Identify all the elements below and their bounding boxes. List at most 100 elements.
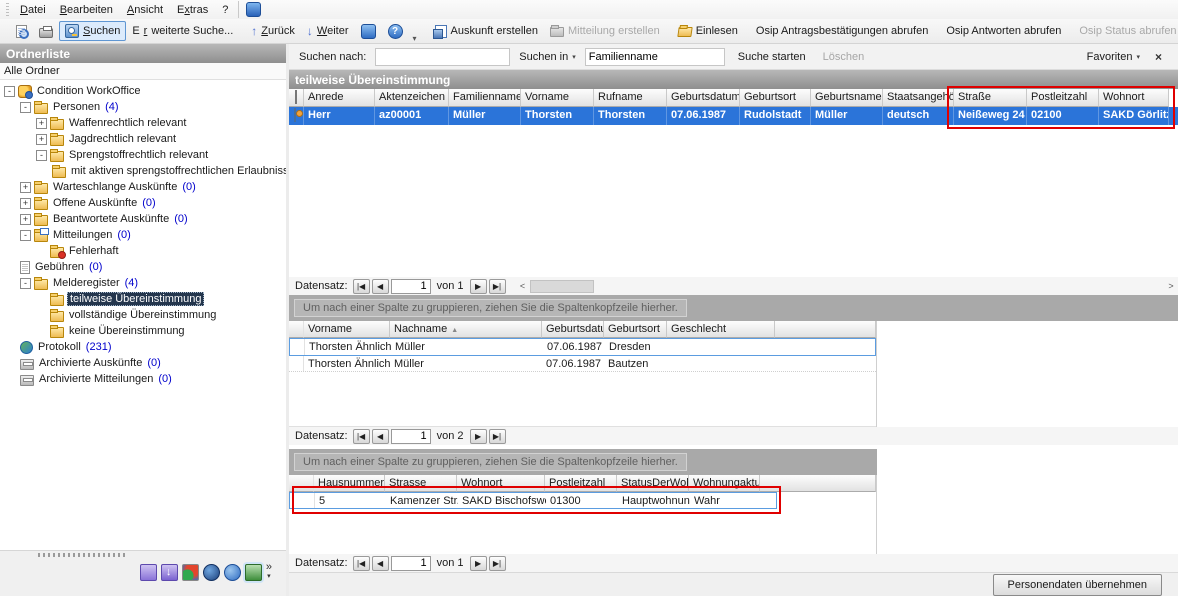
collapse-icon[interactable]: -	[20, 278, 31, 289]
scrollbar-thumb[interactable]	[530, 280, 594, 293]
menu-extras[interactable]: Extras	[170, 2, 215, 18]
record-number-input[interactable]	[391, 279, 431, 294]
result-row-selected[interactable]: Herr az00001 Müller Thorsten Thorsten 07…	[289, 107, 1178, 125]
col-geburtsort[interactable]: Geburtsort	[740, 89, 811, 107]
taskbar-icon-5[interactable]	[224, 564, 241, 581]
col-familienname[interactable]: Familienname	[449, 89, 521, 107]
tree-item-melderegister[interactable]: -Melderegister(4)	[0, 275, 286, 291]
search-in-field[interactable]	[585, 48, 725, 66]
tree-item-fehlerhaft[interactable]: Fehlerhaft	[0, 243, 286, 259]
loeschen-button[interactable]: Löschen	[819, 49, 869, 65]
col-geburtsdatum[interactable]: Geburtsdatum	[667, 89, 740, 107]
search-input[interactable]	[375, 48, 510, 66]
person-row-selected[interactable]: Thorsten Ähnlich Müller 07.06.1987 Dresd…	[289, 338, 876, 356]
expand-icon[interactable]: +	[20, 198, 31, 209]
col-geburtsname[interactable]: Geburtsname	[811, 89, 883, 107]
record-type-column[interactable]	[289, 89, 304, 107]
next-record-button[interactable]: ▶	[470, 556, 487, 571]
print-preview-button[interactable]	[10, 22, 33, 41]
folder-filter[interactable]: Alle Ordner	[0, 63, 286, 80]
more-buttons-chevron[interactable]: »▾	[266, 563, 272, 581]
erweiterte-suche-button[interactable]: Erweiterte Suche...	[126, 22, 239, 40]
prev-record-button[interactable]: ◀	[372, 279, 389, 294]
einlesen-button[interactable]: Einlesen	[672, 22, 744, 40]
col-postleitzahl[interactable]: Postleitzahl	[1027, 89, 1099, 107]
record-number-input[interactable]	[391, 556, 431, 571]
col-wohnort[interactable]: Wohnort	[1099, 89, 1169, 107]
first-record-button[interactable]: |◀	[353, 279, 370, 294]
auskunft-erstellen-button[interactable]: Auskunft erstellen	[429, 22, 544, 41]
expand-icon[interactable]: +	[36, 134, 47, 145]
tree-item-gebuehren[interactable]: Gebühren(0)	[0, 259, 286, 275]
osip-antworten-button[interactable]: Osip Antworten abrufen	[940, 22, 1067, 40]
tree-item-sprengstoffrechtlich[interactable]: -Sprengstoffrechtlich relevant	[0, 147, 286, 163]
col-rufname[interactable]: Rufname	[594, 89, 667, 107]
menu-help[interactable]: ?	[215, 2, 235, 18]
taskbar-icon-4[interactable]	[203, 564, 220, 581]
tree-item-jagdrechtlich[interactable]: +Jagdrechtlich relevant	[0, 131, 286, 147]
taskbar-icon-3[interactable]	[182, 564, 199, 581]
next-record-button[interactable]: ▶	[470, 429, 487, 444]
col-anrede[interactable]: Anrede	[304, 89, 375, 107]
tree-item-vollstaendige-uebereinstimmung[interactable]: vollständige Übereinstimmung	[0, 307, 286, 323]
search-in-dropdown[interactable]: Suchen in▾	[519, 51, 575, 63]
scroll-left-icon[interactable]: <	[516, 281, 530, 291]
collapse-icon[interactable]: -	[20, 230, 31, 241]
prev-record-button[interactable]: ◀	[372, 429, 389, 444]
personendaten-uebernehmen-button[interactable]: Personendaten übernehmen	[993, 574, 1162, 596]
mitteilung-erstellen-button[interactable]: Mitteilung erstellen	[544, 22, 666, 40]
col-strasse[interactable]: Strasse	[385, 475, 457, 492]
menu-datei[interactable]: Datei	[13, 2, 53, 18]
taskbar-icon-6[interactable]	[245, 564, 262, 581]
osip-status-button[interactable]: Osip Status abrufen	[1073, 22, 1178, 40]
osip-antragsbestaetigungen-button[interactable]: Osip Antragsbestätigungen abrufen	[750, 22, 934, 40]
tree-item-teilweise-uebereinstimmung[interactable]: teilweise Übereinstimmung	[0, 291, 286, 307]
favoriten-dropdown[interactable]: Favoriten▾	[1087, 51, 1140, 63]
first-record-button[interactable]: |◀	[353, 556, 370, 571]
print-button[interactable]	[33, 22, 59, 41]
scroll-right-icon[interactable]: >	[1164, 281, 1178, 291]
col-aktenzeichen[interactable]: Aktenzeichen	[375, 89, 449, 107]
suche-starten-button[interactable]: Suche starten	[734, 49, 810, 65]
col-vorname[interactable]: Vorname	[521, 89, 594, 107]
expand-icon[interactable]: +	[20, 214, 31, 225]
tree-item-mitteilungen[interactable]: -Mitteilungen(0)	[0, 227, 286, 243]
menu-ansicht[interactable]: Ansicht	[120, 2, 170, 18]
horizontal-scrollbar[interactable]: < >	[516, 278, 1178, 294]
tree-item-keine-uebereinstimmung[interactable]: keine Übereinstimmung	[0, 323, 286, 339]
taskbar-icon-2[interactable]	[161, 564, 178, 581]
expand-icon[interactable]: +	[20, 182, 31, 193]
col-strasse[interactable]: Straße	[954, 89, 1027, 107]
tree-item-archivierte-auskuenfte[interactable]: Archivierte Auskünfte(0)	[0, 355, 286, 371]
last-record-button[interactable]: ▶|	[489, 556, 506, 571]
tree-item-warteschlange[interactable]: +Warteschlange Auskünfte(0)	[0, 179, 286, 195]
col-nachname[interactable]: Nachname▲	[390, 321, 542, 338]
toolbar-grip[interactable]	[6, 3, 9, 17]
tree-item-offene-auskuenfte[interactable]: +Offene Auskünfte(0)	[0, 195, 286, 211]
suchen-button[interactable]: Suchen	[59, 21, 126, 41]
col-vorname[interactable]: Vorname	[304, 321, 390, 338]
collapse-icon[interactable]: -	[36, 150, 47, 161]
col-wohnort[interactable]: Wohnort	[457, 475, 545, 492]
tree-item-archivierte-mitteilungen[interactable]: Archivierte Mitteilungen(0)	[0, 371, 286, 387]
last-record-button[interactable]: ▶|	[489, 429, 506, 444]
zurueck-button[interactable]: ↑Zurück	[245, 21, 301, 41]
tree-item-waffenrechtlich[interactable]: +Waffenrechtlich relevant	[0, 115, 286, 131]
collapse-icon[interactable]: -	[20, 102, 31, 113]
col-geschlecht[interactable]: Geschlecht	[667, 321, 775, 338]
tree-item-workoffice[interactable]: -Condition WorkOffice	[0, 83, 286, 99]
tree-item-mit-aktiven-erlaubnissen[interactable]: mit aktiven sprengstoffrechtlichen Erlau…	[0, 163, 286, 179]
tree-item-personen[interactable]: -Personen(4)	[0, 99, 286, 115]
taskbar-icon-1[interactable]	[140, 564, 157, 581]
last-record-button[interactable]: ▶|	[489, 279, 506, 294]
person-row[interactable]: Thorsten Ähnlich Müller 07.06.1987 Bautz…	[289, 356, 876, 372]
col-statusderwohnung[interactable]: StatusDerWohnung	[617, 475, 689, 492]
tree-item-protokoll[interactable]: Protokoll(231)	[0, 339, 286, 355]
col-postleitzahl[interactable]: Postleitzahl	[545, 475, 617, 492]
toolbar-overflow-chevron[interactable]: ▾	[409, 34, 421, 43]
col-staatsangehoerigkeit[interactable]: Staatsangehörig...	[883, 89, 954, 107]
splitter-handle[interactable]	[38, 553, 128, 557]
tree-item-beantwortete-auskuenfte[interactable]: +Beantwortete Auskünfte(0)	[0, 211, 286, 227]
refresh-button[interactable]	[355, 21, 382, 42]
address-row-selected[interactable]: 5 Kamenzer Str. SAKD Bischofswerda 01300…	[289, 492, 777, 509]
